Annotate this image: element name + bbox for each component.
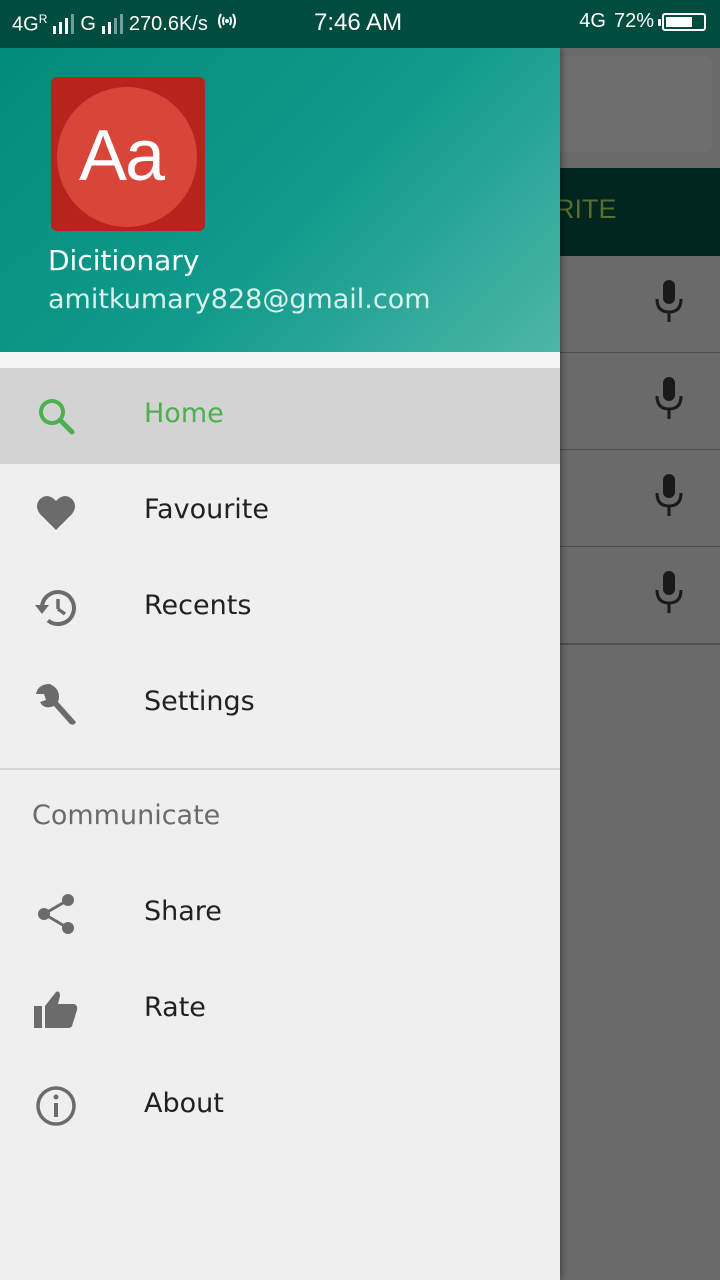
mic-icon[interactable] [654,571,684,615]
share-icon [38,894,74,934]
menu-item-rate[interactable]: Rate [0,962,560,1058]
signal-strength-icon [53,14,75,34]
mic-icon[interactable] [654,377,684,421]
mic-icon[interactable] [654,474,684,518]
network-speed: 270.6K/s [128,12,208,35]
network-4g-right-label: 4G [579,10,606,32]
menu-label-settings: Settings [144,686,255,717]
network-4g-label: 4GR [12,11,48,36]
menu-item-settings[interactable]: Settings [0,656,560,752]
menu-label-rate: Rate [144,992,206,1023]
divider [0,768,560,770]
menu-label-share: Share [144,896,222,927]
wrench-icon [36,684,76,725]
hotspot-icon [214,10,240,38]
menu-item-home[interactable]: Home [0,368,560,464]
mic-icon[interactable] [654,280,684,324]
user-email: amitkumary828@gmail.com [48,284,431,315]
menu-label-home: Home [144,398,224,429]
menu-label-recents: Recents [144,590,252,621]
menu-item-favourite[interactable]: Favourite [0,464,560,560]
menu-label-favourite: Favourite [144,494,270,525]
tab-favourite[interactable]: RITE [555,194,617,225]
menu-item-about[interactable]: About [0,1058,560,1154]
menu-label-about: About [144,1088,224,1119]
section-title-communicate: Communicate [32,800,221,831]
navigation-drawer: Aa Dicitionary amitkumary828@gmail.com H… [0,48,560,1280]
app-name: Dicitionary [48,244,200,277]
status-bar: 4GR G 270.6K/s 7:46 AM 4G 72% [0,0,720,48]
heart-icon [37,495,75,530]
search-icon [39,399,75,435]
menu-item-share[interactable]: Share [0,866,560,962]
battery-icon [658,12,706,31]
clock: 7:46 AM [314,9,403,36]
signal-strength-2-icon [101,14,123,34]
history-icon [35,590,76,626]
drawer-header: Aa Dicitionary amitkumary828@gmail.com [0,48,560,352]
thumb-up-icon [34,991,78,1028]
app-logo: Aa [51,77,205,231]
info-icon [36,1086,76,1126]
logo-text: Aa [79,116,165,196]
header-gap [0,352,560,368]
status-left: 4GR G 270.6K/s [12,10,240,38]
status-right: 4G 72% [579,10,706,33]
network-g-label: G [80,12,96,35]
battery-percent: 72% [613,10,654,32]
menu-item-recents[interactable]: Recents [0,560,560,656]
